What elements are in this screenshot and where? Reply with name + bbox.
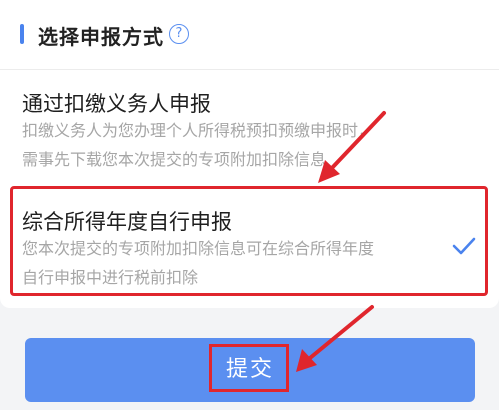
annotation-arrows — [296, 111, 386, 372]
arrow-to-submit — [296, 305, 374, 372]
arrow-to-option — [318, 111, 386, 183]
